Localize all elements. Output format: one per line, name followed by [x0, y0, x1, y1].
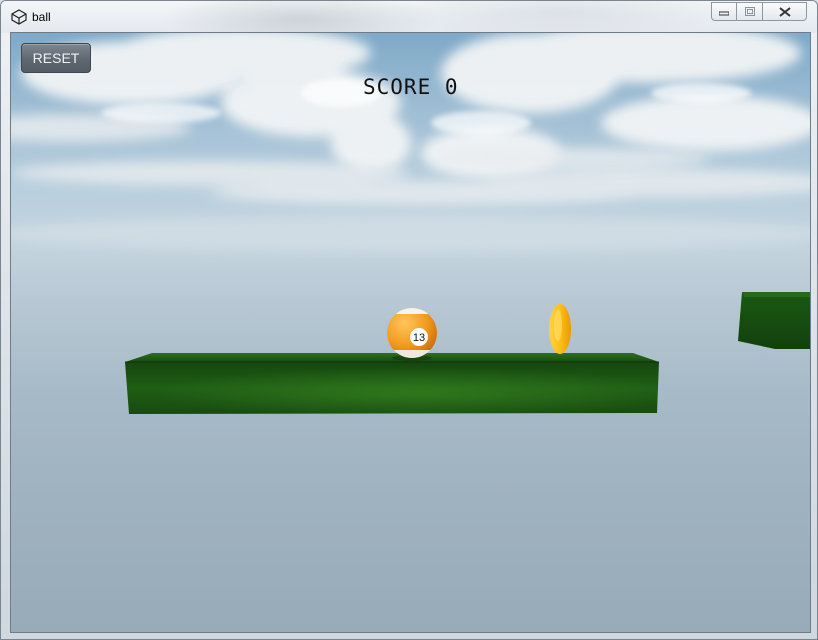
score-display: SCORE 0 — [363, 75, 459, 99]
caption-buttons — [711, 2, 807, 22]
unity-icon — [11, 9, 27, 25]
coin — [549, 304, 571, 354]
title-bar[interactable]: ball — [1, 1, 817, 33]
minimize-icon — [719, 11, 729, 15]
right-platform — [738, 292, 810, 349]
game-scene: 13 — [125, 292, 810, 414]
game-viewport[interactable]: 13 RESET SCORE 0 — [10, 32, 811, 633]
close-button[interactable] — [763, 2, 807, 21]
score-label: SCORE — [363, 75, 432, 99]
ball-number: 13 — [413, 332, 425, 344]
reset-button[interactable]: RESET — [21, 43, 91, 73]
close-icon — [778, 6, 791, 17]
main-platform — [125, 353, 659, 414]
app-window: ball 13 RESET SCORE 0 — [0, 0, 818, 640]
score-value: 0 — [444, 75, 459, 99]
restore-button[interactable] — [737, 2, 763, 21]
restore-icon — [744, 7, 755, 16]
window-title: ball — [32, 10, 51, 24]
minimize-button[interactable] — [711, 2, 737, 21]
